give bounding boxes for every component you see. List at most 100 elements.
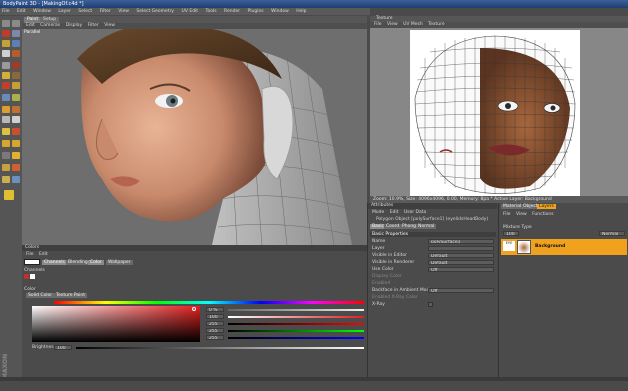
attr-menu-edit[interactable]: Edit xyxy=(390,210,399,215)
menu-item[interactable]: Layer xyxy=(58,9,71,14)
slider-saturation[interactable] xyxy=(228,316,364,318)
menu-item[interactable]: Tools xyxy=(206,9,217,14)
layers-menu-file[interactable]: File xyxy=(503,212,511,217)
menu-item[interactable]: Edit xyxy=(17,9,26,14)
layers-menu-view[interactable]: View xyxy=(516,212,527,217)
tab-blending[interactable]: Blending xyxy=(66,260,90,265)
grid-icon[interactable] xyxy=(2,140,10,147)
texture-canvas[interactable] xyxy=(370,28,628,196)
slider-blue[interactable] xyxy=(228,337,364,339)
brush-tool-icon[interactable] xyxy=(2,50,10,57)
attr-value[interactable]: Off xyxy=(428,288,494,293)
menu-item[interactable]: Plugins xyxy=(248,9,264,14)
value-field-2[interactable]: 255 xyxy=(206,321,224,326)
light-icon[interactable] xyxy=(12,152,20,159)
slider-red[interactable] xyxy=(228,323,364,325)
brightness-field[interactable]: 100 % xyxy=(54,345,72,350)
move-tool-icon[interactable] xyxy=(2,30,10,37)
3d-viewport[interactable]: Parallel xyxy=(22,29,367,245)
channel-swatch-white[interactable] xyxy=(30,274,35,279)
tab-solid-color[interactable]: Solid Color xyxy=(26,293,55,298)
viewport-menu-item[interactable]: Edit xyxy=(26,23,35,28)
fill-tool-icon[interactable] xyxy=(2,72,10,79)
edge-mode-icon[interactable] xyxy=(12,106,20,113)
attr-value[interactable] xyxy=(428,246,494,251)
blend-mode-select[interactable]: Normal xyxy=(599,231,625,236)
texture-menu-item[interactable]: UV Mesh xyxy=(403,22,423,27)
material-icon[interactable] xyxy=(12,164,20,171)
color-picker-field[interactable] xyxy=(32,306,200,342)
menu-item[interactable]: Filter xyxy=(100,9,111,14)
layers-menu-functions[interactable]: Functions xyxy=(532,212,554,217)
scale-tool-icon[interactable] xyxy=(12,30,20,37)
attr-value[interactable]: polySurface1 (eyelidsHeadBody) xyxy=(428,239,494,244)
attr-value[interactable]: Off xyxy=(428,267,494,272)
menu-item[interactable]: Window xyxy=(33,9,51,14)
attr-value[interactable]: Default xyxy=(428,260,494,265)
magic-wand-icon[interactable] xyxy=(12,94,20,101)
menu-item[interactable]: Window xyxy=(271,9,289,14)
colors-menu-edit[interactable]: Edit xyxy=(39,252,48,257)
xray-checkbox[interactable] xyxy=(428,302,433,307)
blur-tool-icon[interactable] xyxy=(2,82,10,89)
layer-row[interactable]: EYE Background xyxy=(501,239,627,255)
value-field-3[interactable]: 255 xyxy=(206,328,224,333)
menu-item[interactable]: Select Geometry xyxy=(136,9,174,14)
value-field-1[interactable]: 100 % xyxy=(206,314,224,319)
color-cursor[interactable] xyxy=(192,307,196,311)
tab-layers[interactable]: Layers xyxy=(537,204,556,209)
projection-icon[interactable] xyxy=(2,128,10,135)
menu-item[interactable]: UV Edit xyxy=(182,9,199,14)
rotate-tool-icon[interactable] xyxy=(2,40,10,47)
attr-value[interactable]: Default xyxy=(428,253,494,258)
foreground-color-icon[interactable] xyxy=(4,190,14,200)
texture-icon[interactable] xyxy=(12,176,20,183)
clone-tool-icon[interactable] xyxy=(12,62,20,69)
channel-swatch-red[interactable] xyxy=(24,274,29,279)
menu-item[interactable]: Select xyxy=(78,9,92,14)
select-tool-icon[interactable] xyxy=(12,40,20,47)
layer-icon[interactable] xyxy=(12,128,20,135)
uv-mode-icon[interactable] xyxy=(12,116,20,123)
tab-wallpaper[interactable]: Wallpaper xyxy=(106,260,133,265)
slider-hue[interactable] xyxy=(228,309,364,311)
value-field-0[interactable]: 0 % xyxy=(206,307,224,312)
mesh-icon[interactable] xyxy=(2,164,10,171)
attr-menu-mode[interactable]: Mode xyxy=(372,210,384,215)
uv-unwrap-icon[interactable] xyxy=(2,176,10,183)
viewport-menu-item[interactable]: Filter xyxy=(88,23,99,28)
menu-item[interactable]: Help xyxy=(296,9,306,14)
tab-texture-paint[interactable]: Texture Paint xyxy=(54,293,88,298)
colors-menu-file[interactable]: File xyxy=(26,252,34,257)
undo-icon[interactable] xyxy=(2,20,10,27)
brightness-slider[interactable] xyxy=(76,347,364,349)
render-icon[interactable] xyxy=(12,140,20,147)
viewport-menu-item[interactable]: Cameras xyxy=(40,23,60,28)
point-mode-icon[interactable] xyxy=(2,116,10,123)
eraser-tool-icon[interactable] xyxy=(2,62,10,69)
menu-item[interactable]: Render xyxy=(224,9,240,14)
polygon-mode-icon[interactable] xyxy=(2,106,10,113)
sharpen-tool-icon[interactable] xyxy=(12,82,20,89)
pen-tool-icon[interactable] xyxy=(12,50,20,57)
value-field-4[interactable]: 255 xyxy=(206,335,224,340)
tab-normal[interactable]: Normal xyxy=(416,224,437,229)
color-swatch[interactable] xyxy=(24,259,40,265)
smudge-tool-icon[interactable] xyxy=(12,72,20,79)
tab-channels[interactable]: Channels xyxy=(42,260,67,265)
texture-menu-item[interactable]: Texture xyxy=(428,22,444,27)
viewport-menu-item[interactable]: View xyxy=(104,23,115,28)
opacity-field[interactable]: 100 % xyxy=(503,231,519,236)
texture-menu-item[interactable]: File xyxy=(374,22,382,27)
tab-color[interactable]: Color xyxy=(88,260,104,265)
spectrum-bar[interactable] xyxy=(54,301,364,304)
texture-menu-item[interactable]: View xyxy=(387,22,398,27)
layer-visibility-icon[interactable]: EYE xyxy=(503,241,515,251)
viewport-menu-item[interactable]: Display xyxy=(66,23,83,28)
text-tool-icon[interactable] xyxy=(2,94,10,101)
camera-icon[interactable] xyxy=(2,152,10,159)
slider-green[interactable] xyxy=(228,330,364,332)
menu-item[interactable]: File xyxy=(2,9,10,14)
redo-icon[interactable] xyxy=(12,20,20,27)
attr-menu-userdata[interactable]: User Data xyxy=(404,210,426,215)
